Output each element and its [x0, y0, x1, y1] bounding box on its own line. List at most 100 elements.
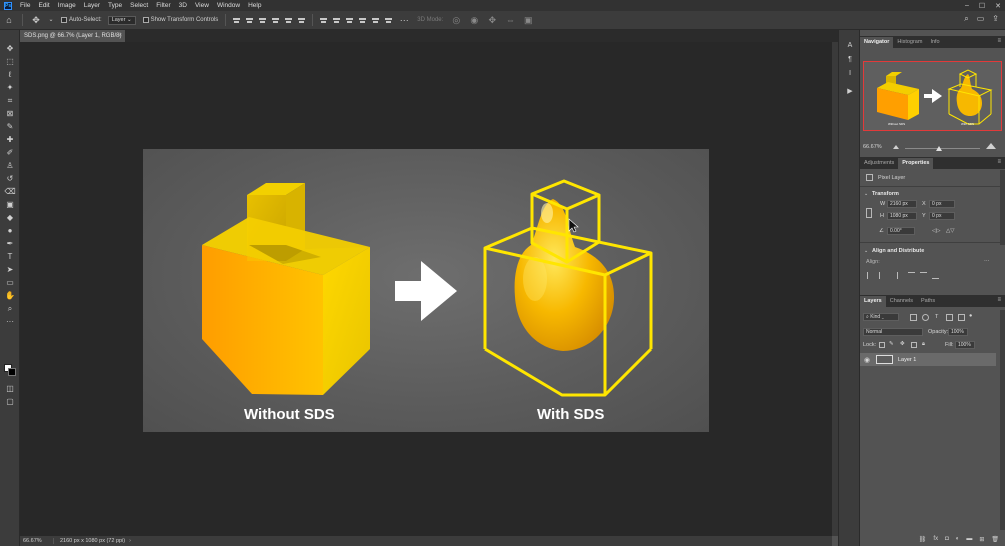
flip-horizontal-icon[interactable]: ◁▷ — [932, 228, 940, 234]
distribute-right-icon[interactable] — [345, 16, 354, 25]
align-left-icon[interactable] — [232, 16, 241, 25]
panel-menu-icon[interactable]: ≡ — [997, 297, 1001, 303]
delete-layer-icon[interactable]: 🗑︎ — [991, 536, 999, 543]
gradient-tool-icon[interactable]: ▣ — [4, 199, 16, 210]
tab-channels[interactable]: Channels — [886, 296, 917, 307]
chevron-down-icon[interactable]: ⌄ — [864, 191, 868, 197]
blend-mode-dropdown[interactable]: Normal — [863, 328, 923, 336]
menu-window[interactable]: Window — [213, 2, 244, 9]
layers-scrollbar[interactable] — [1000, 310, 1005, 530]
quick-mask-icon[interactable]: ◫ — [4, 383, 16, 394]
menu-image[interactable]: Image — [54, 2, 80, 9]
adjustment-layer-icon[interactable]: ◐ — [956, 536, 960, 542]
tab-paths[interactable]: Paths — [917, 296, 939, 307]
add-mask-icon[interactable]: ◘ — [945, 536, 949, 542]
menu-file[interactable]: File — [16, 2, 34, 9]
3d-roll-icon[interactable]: ◉ — [468, 14, 480, 26]
filter-toggle-icon[interactable]: ● — [969, 313, 972, 319]
chevron-down-icon[interactable]: ⌄ — [48, 14, 54, 26]
eyedropper-icon[interactable]: ✎ — [4, 121, 16, 132]
layer-row[interactable]: ◉ Layer 1 — [860, 353, 996, 366]
y-field[interactable]: 0 px — [929, 212, 955, 220]
distribute-middle-icon[interactable] — [371, 16, 380, 25]
blur-tool-icon[interactable]: ◆ — [4, 212, 16, 223]
zoom-tool-icon[interactable]: ⌕ — [4, 303, 16, 314]
filter-adjustment-icon[interactable] — [922, 314, 929, 321]
align-middle-icon[interactable] — [284, 16, 293, 25]
lock-transparent-icon[interactable] — [879, 342, 885, 348]
document-tab[interactable]: SDS.png @ 66.7% (Layer 1, RGB/8) × — [20, 30, 126, 42]
auto-select-checkbox[interactable] — [61, 17, 67, 23]
align-vcenter-icon[interactable] — [920, 272, 927, 279]
glyphs-panel-icon[interactable]: Ⅰ — [844, 68, 856, 79]
magic-wand-icon[interactable]: ✦ — [4, 82, 16, 93]
distribute-top-icon[interactable] — [358, 16, 367, 25]
panel-menu-icon[interactable]: ≡ — [997, 38, 1001, 44]
frame-tool-icon[interactable]: ⊠ — [4, 108, 16, 119]
type-tool-icon[interactable]: T — [4, 251, 16, 262]
menu-3d[interactable]: 3D — [175, 2, 191, 9]
distribute-bottom-icon[interactable] — [384, 16, 393, 25]
hand-tool-icon[interactable]: ✋ — [4, 290, 16, 301]
healing-brush-icon[interactable]: ✚ — [4, 134, 16, 145]
align-right-icon[interactable] — [891, 272, 898, 279]
new-layer-icon[interactable]: ⊞ — [979, 536, 984, 543]
character-panel-icon[interactable]: A — [844, 40, 856, 51]
align-left-icon[interactable] — [867, 272, 874, 279]
filter-type-icon[interactable]: T — [935, 314, 938, 320]
opacity-field[interactable]: 100% — [948, 328, 968, 336]
menu-type[interactable]: Type — [104, 2, 126, 9]
chevron-right-icon[interactable]: › — [129, 538, 131, 544]
menu-select[interactable]: Select — [126, 2, 152, 9]
align-hcenter-icon[interactable] — [879, 272, 886, 279]
link-icon[interactable] — [866, 208, 872, 218]
navigator-thumbnail[interactable]: Without SDS With SDS — [863, 61, 1002, 131]
align-bottom-icon[interactable] — [297, 16, 306, 25]
share-icon[interactable]: ⇪ — [992, 14, 999, 24]
tab-adjustments[interactable]: Adjustments — [860, 158, 898, 169]
filter-pixel-icon[interactable] — [910, 314, 917, 321]
tab-navigator[interactable]: Navigator — [860, 37, 894, 48]
width-field[interactable]: 2160 px — [887, 200, 917, 208]
more-options-icon[interactable]: ··· — [984, 258, 990, 264]
angle-field[interactable]: 0.00° — [887, 227, 915, 235]
menu-layer[interactable]: Layer — [80, 2, 104, 9]
brush-tool-icon[interactable]: ✐ — [4, 147, 16, 158]
home-icon[interactable]: ⌂ — [3, 14, 15, 26]
move-tool-icon[interactable]: ✥ — [4, 43, 16, 54]
eraser-tool-icon[interactable]: ⌫ — [4, 186, 16, 197]
panel-menu-icon[interactable]: ≡ — [997, 159, 1001, 165]
lasso-tool-icon[interactable]: ℓ — [4, 69, 16, 80]
layer-name[interactable]: Layer 1 — [898, 357, 916, 363]
filter-smart-object-icon[interactable] — [958, 314, 965, 321]
lock-all-icon[interactable]: 🔒︎ — [922, 341, 925, 348]
3d-slide-icon[interactable]: ⇔ — [504, 14, 516, 26]
move-tool-icon[interactable]: ✥ — [30, 14, 42, 26]
lock-position-icon[interactable]: ✥ — [900, 341, 905, 347]
tab-properties[interactable]: Properties — [898, 158, 934, 169]
tab-info[interactable]: Info — [926, 37, 943, 48]
paragraph-panel-icon[interactable]: ¶ — [844, 54, 856, 65]
layer-style-icon[interactable]: fx — [933, 536, 938, 542]
zoom-out-icon[interactable] — [893, 145, 899, 149]
filter-shape-icon[interactable] — [946, 314, 953, 321]
more-tools-icon[interactable]: ··· — [4, 316, 16, 327]
link-layers-icon[interactable]: ⛓︎ — [919, 536, 927, 543]
close-tab-icon[interactable]: × — [118, 30, 122, 42]
new-group-icon[interactable]: ▬ — [966, 536, 972, 542]
3d-scale-icon[interactable]: ▣ — [522, 14, 534, 26]
distribute-center-icon[interactable] — [332, 16, 341, 25]
play-actions-icon[interactable]: ▶ — [844, 86, 856, 97]
search-icon[interactable]: ⌕ — [964, 14, 968, 24]
menu-help[interactable]: Help — [244, 2, 265, 9]
close-window-button[interactable]: ✕ — [995, 2, 1001, 10]
clone-stamp-icon[interactable]: ♙ — [4, 160, 16, 171]
properties-scrollbar[interactable] — [1000, 170, 1005, 245]
lock-artboard-icon[interactable] — [911, 342, 917, 348]
align-top-icon[interactable] — [908, 272, 915, 279]
background-color-swatch[interactable] — [8, 368, 16, 376]
lock-pixels-icon[interactable]: ✎ — [889, 341, 894, 347]
fill-field[interactable]: 100% — [955, 341, 975, 349]
zoom-slider-handle[interactable] — [936, 146, 942, 151]
document-canvas[interactable]: Without SDS With SDS — [143, 149, 709, 432]
